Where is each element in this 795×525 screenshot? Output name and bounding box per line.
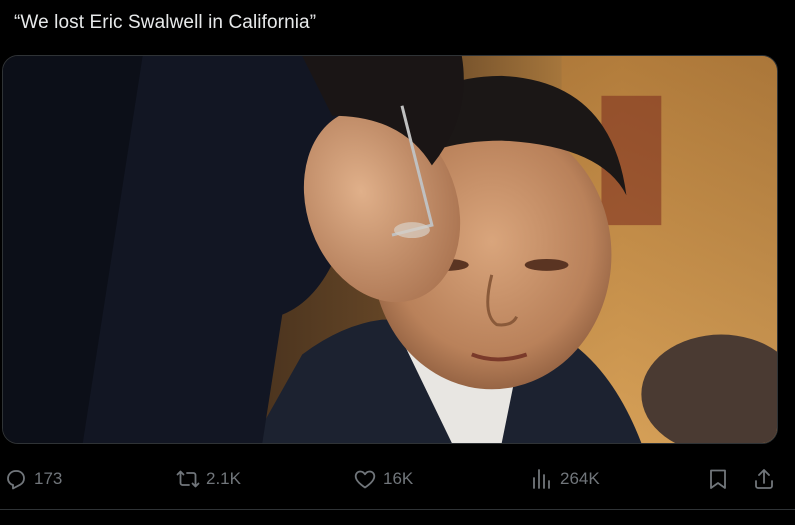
tweet-divider — [0, 509, 795, 510]
tweet-card: “We lost Eric Swalwell in California” 17… — [0, 0, 795, 525]
like-button[interactable]: 16K — [353, 464, 413, 494]
tweet-text: “We lost Eric Swalwell in California” — [14, 12, 317, 33]
photo-image — [3, 56, 777, 443]
reply-icon — [7, 470, 25, 490]
bookmark-icon — [710, 469, 726, 489]
share-icon — [755, 469, 773, 489]
retweet-button[interactable]: 2.1K — [176, 464, 241, 494]
views-bar-chart-icon — [533, 469, 550, 489]
share-button[interactable] — [752, 464, 776, 494]
heart-icon — [354, 470, 376, 489]
tweet-action-bar: 173 2.1K 16K 264K — [0, 460, 795, 498]
retweet-icon — [176, 470, 200, 488]
like-count: 16K — [383, 469, 414, 488]
reply-count: 173 — [34, 469, 63, 488]
bookmark-button[interactable] — [706, 464, 730, 494]
retweet-count: 2.1K — [206, 469, 241, 488]
tweet-photo[interactable] — [2, 55, 778, 444]
views-button[interactable]: 264K — [530, 464, 600, 494]
views-count: 264K — [560, 469, 600, 488]
reply-button[interactable]: 173 — [4, 464, 62, 494]
